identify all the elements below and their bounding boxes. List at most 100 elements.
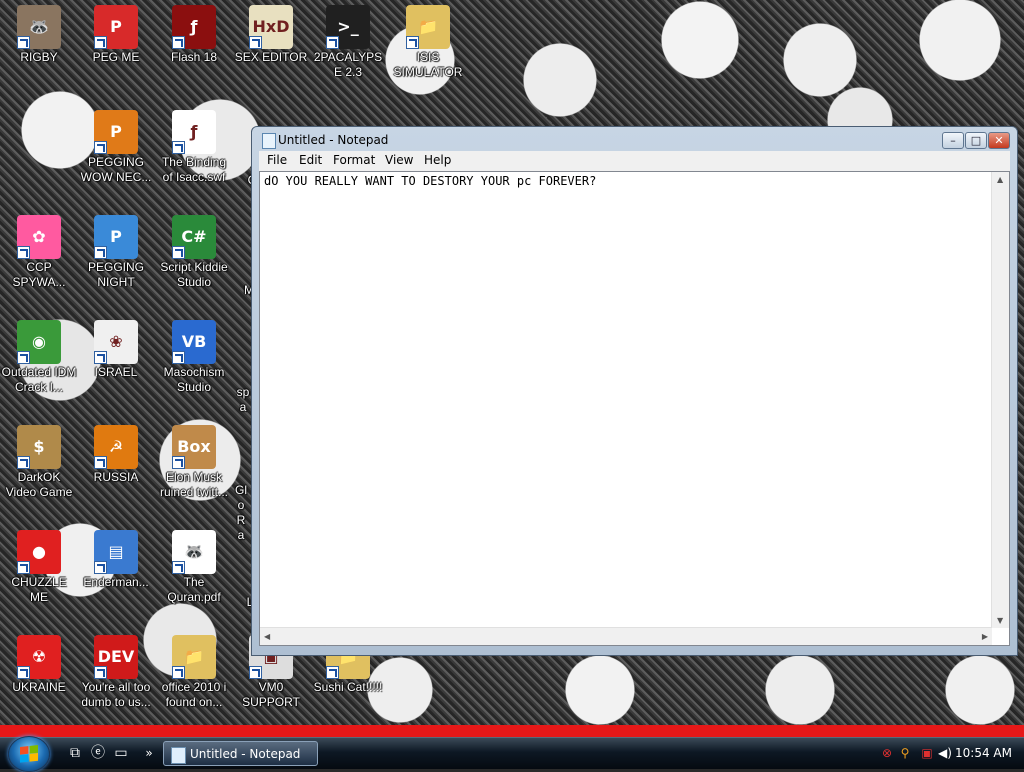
desktop-icon[interactable]: 🦝 RIGBY (1, 5, 77, 65)
desktop-icon-label: ISRAEL (94, 365, 138, 379)
desktop-icon-label: PEGGING NIGHT (87, 260, 144, 289)
desktop-icon[interactable]: ƒ Flash 18 (156, 5, 232, 65)
system-tray: ⊗ ⚲ ▣ ◀) 10:54 AM (874, 738, 1024, 769)
window-title: Untitled - Notepad (278, 133, 389, 147)
desktop-icon-label: DarkOK Video Game (5, 470, 73, 499)
menu-help[interactable]: Help (424, 153, 451, 167)
menu-file[interactable]: File (267, 153, 287, 167)
hammer-sickle-icon: ☭ (94, 425, 138, 469)
desktop-icon-label: RUSSIA (93, 470, 139, 484)
desktop-icon-label: Elon Musk ruined twitt... (159, 470, 229, 499)
flash-file-icon: ƒ (172, 110, 216, 154)
security-alert-icon[interactable]: ⊗ (880, 746, 894, 760)
desktop-icon-label: UKRAINE (12, 680, 66, 694)
desktop-icon[interactable]: ▤ Enderman... (78, 530, 154, 590)
menu-view[interactable]: View (385, 153, 413, 167)
desktop-icon[interactable]: >_ 2PACALYPSE 2.3 (310, 5, 386, 80)
desktop-icon[interactable]: 🦝 The Quran.pdf (156, 530, 232, 605)
scroll-left-icon[interactable]: ◀ (264, 632, 270, 641)
color-wheel-icon: ✿ (17, 215, 61, 259)
quicklaunch-switch-windows-icon[interactable]: ⧉ (66, 744, 84, 762)
folder-icon: 📁 (406, 5, 450, 49)
desktop-icon-label: ISIS SIMULATOR (393, 50, 463, 79)
doge-box-icon: Box (172, 425, 216, 469)
menu-edit[interactable]: Edit (299, 153, 322, 167)
desktop-icon-label: Enderman... (83, 575, 149, 589)
menu-format[interactable]: Format (333, 153, 375, 167)
desktop-icon[interactable]: P PEG ME (78, 5, 154, 65)
desktop-icon-label: PEGGING WOW NEC... (80, 155, 152, 184)
network-icon[interactable]: ▣ (920, 746, 934, 760)
money-bag-icon: $ (17, 425, 61, 469)
minimize-button[interactable]: – (942, 132, 964, 149)
desktop-icon-label: Glo Ra (235, 483, 247, 542)
globe-download-icon: ◉ (17, 320, 61, 364)
raccoon-icon: 🦝 (17, 5, 61, 49)
desktop-icon[interactable]: Box Elon Musk ruined twitt... (156, 425, 232, 500)
desktop-icon[interactable]: P PEGGING WOW NEC... (78, 110, 154, 185)
desktop-icon[interactable]: ❀ ISRAEL (78, 320, 154, 380)
shortcut-arrow-icon (94, 141, 107, 154)
taskbar: ⧉ ⓔ ▭ » Untitled - Notepad ⊗ ⚲ ▣ ◀) 10:5… (0, 736, 1024, 772)
flash-icon: ƒ (172, 5, 216, 49)
clock[interactable]: 10:54 AM (955, 746, 1012, 760)
shortcut-arrow-icon (94, 246, 107, 259)
shortcut-arrow-icon (94, 456, 107, 469)
windows-logo-icon (20, 745, 38, 763)
desktop-icon[interactable]: ✿ CCP SPYWA... (1, 215, 77, 290)
desktop-icon-label: The Binding of Isacc.swf (161, 155, 227, 184)
desktop-icon-label: spa (236, 385, 250, 414)
desktop-icon[interactable]: $ DarkOK Video Game (1, 425, 77, 500)
desktop-icon[interactable]: P PEGGING NIGHT (78, 215, 154, 290)
desktop-icon[interactable]: VB Masochism Studio (156, 320, 232, 395)
close-button[interactable]: ✕ (988, 132, 1010, 149)
partial-desktop-label[interactable]: Glo Ra (234, 482, 248, 543)
shortcut-arrow-icon (172, 36, 185, 49)
quicklaunch-desktop-icon[interactable]: ▭ (112, 744, 130, 762)
shortcut-arrow-icon (172, 351, 185, 364)
hxd-icon: HxD (249, 5, 293, 49)
desktop-icon[interactable]: C# Script Kiddie Studio (156, 215, 232, 290)
quicklaunch-ie-icon[interactable]: ⓔ (89, 744, 107, 762)
taskbar-button-notepad[interactable]: Untitled - Notepad (163, 741, 318, 766)
search-icon[interactable]: ⚲ (898, 746, 912, 760)
desktop-icon-label: PEG ME (92, 50, 140, 64)
partial-desktop-label[interactable]: spa (236, 384, 250, 415)
raccoon-file-icon: 🦝 (172, 530, 216, 574)
desktop-icon[interactable]: ● CHUZZLE ME (1, 530, 77, 605)
desktop-icon-label: Outdated IDM Crack I... (1, 365, 77, 394)
shortcut-arrow-icon (172, 141, 185, 154)
editor-content[interactable]: dO YOU REALLY WANT TO DESTORY YOUR pc FO… (264, 174, 596, 188)
desktop-icon[interactable]: 📁 office 2010 i found on... (156, 635, 232, 710)
window-icon: ▤ (94, 530, 138, 574)
desktop-icon-label: 2PACALYPSE 2.3 (313, 50, 383, 79)
menu-bar: File Edit Format View Help (259, 151, 1010, 171)
p-logo-icon: P (94, 5, 138, 49)
vb-icon: VB (172, 320, 216, 364)
desktop-icon-label: SEX EDITOR (234, 50, 308, 64)
desktop-icon[interactable]: ƒ The Binding of Isacc.swf (156, 110, 232, 185)
terminal-icon: >_ (326, 5, 370, 49)
volume-icon[interactable]: ◀) (938, 746, 952, 760)
quicklaunch-chevron-icon[interactable]: » (140, 744, 158, 762)
shortcut-arrow-icon (406, 36, 419, 49)
desktop-icon-label: office 2010 i found on... (161, 680, 227, 709)
maximize-button[interactable]: □ (965, 132, 987, 149)
shortcut-arrow-icon (17, 666, 30, 679)
shortcut-arrow-icon (17, 36, 30, 49)
text-editor[interactable]: dO YOU REALLY WANT TO DESTORY YOUR pc FO… (259, 171, 1010, 646)
scroll-right-icon[interactable]: ▶ (982, 632, 988, 641)
desktop-icon-label: CCP SPYWA... (12, 260, 66, 289)
desktop-icon[interactable]: 📁 ISIS SIMULATOR (390, 5, 466, 80)
desktop-icon-label: VM0 SUPPORT (242, 680, 300, 709)
desktop-icon[interactable]: ◉ Outdated IDM Crack I... (1, 320, 77, 395)
desktop-icon[interactable]: HxD SEX EDITOR (233, 5, 309, 65)
scroll-down-icon[interactable]: ▼ (997, 616, 1003, 625)
horizontal-scrollbar[interactable]: ◀ ▶ (260, 627, 992, 645)
desktop-icon[interactable]: ☭ RUSSIA (78, 425, 154, 485)
scroll-up-icon[interactable]: ▲ (997, 175, 1003, 184)
desktop-icon[interactable]: ☢ UKRAINE (1, 635, 77, 695)
desktop-icon[interactable]: DEV You're all too dumb to us... (78, 635, 154, 710)
vertical-scrollbar[interactable]: ▲ ▼ (991, 172, 1009, 628)
start-button[interactable] (8, 736, 50, 772)
